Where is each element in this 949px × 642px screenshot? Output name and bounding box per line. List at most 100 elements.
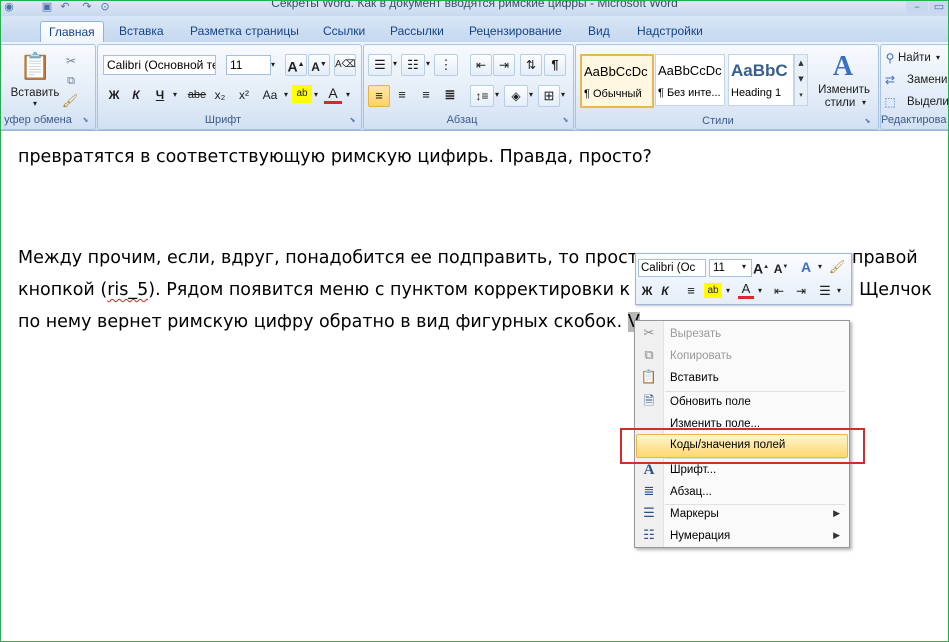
align-left-icon[interactable]: ≡	[368, 85, 390, 107]
styles-launcher-icon[interactable]: ⬊	[863, 117, 872, 126]
superscript-button[interactable]: x²	[234, 85, 254, 105]
mini-highlight-dropdown-icon[interactable]: ▾	[724, 282, 732, 300]
mini-styles-icon[interactable]: A	[796, 258, 816, 276]
paste-dropdown-icon[interactable]: ▾	[7, 99, 63, 109]
mini-shrink-font-icon[interactable]: A▼	[772, 258, 790, 276]
change-styles-icon[interactable]: A	[828, 52, 858, 82]
mini-format-painter-icon[interactable]: 🖌	[828, 258, 846, 276]
paragraph-group: ☰ ▾ ☷ ▾ ⋮ ⇤ ⇥ ⇅ ¶ ≡ ≡ ≡ ≣ ↕≡ ▾ ◈ ▾ ⊞ ▾ А…	[363, 44, 574, 130]
styles-scroll[interactable]: ▲ ▼ ▾	[794, 54, 808, 106]
borders-dropdown-icon[interactable]: ▾	[559, 85, 567, 105]
bold-button[interactable]: Ж	[104, 85, 124, 105]
tab-mailings[interactable]: Рассылки	[390, 21, 444, 42]
shrink-font-icon[interactable]: A▼	[308, 54, 330, 76]
highlight-annotation-box	[620, 428, 865, 464]
menu-item-numbering[interactable]: ☷ Нумерация ▶	[636, 525, 848, 547]
shading-dropdown-icon[interactable]: ▾	[527, 85, 535, 105]
font-color-dropdown-icon[interactable]: ▾	[344, 85, 352, 105]
style-no-spacing-sample: AaBbCcDc	[658, 63, 722, 78]
mini-font-color-icon[interactable]: A	[738, 281, 754, 299]
mini-font-size-dropdown-icon[interactable]: ▾	[739, 258, 749, 276]
italic-button[interactable]: К	[126, 85, 146, 105]
tab-review[interactable]: Рецензирование	[469, 21, 562, 42]
cut-icon[interactable]: ✂	[63, 51, 79, 71]
mini-styles-dropdown-icon[interactable]: ▾	[816, 258, 824, 276]
underline-button[interactable]: Ч	[150, 85, 170, 105]
mini-bullets-dropdown-icon[interactable]: ▾	[835, 282, 843, 300]
strikethrough-button[interactable]: abe	[186, 85, 208, 105]
line-spacing-icon[interactable]: ↕≡	[470, 85, 494, 107]
maximize-icon[interactable]: ▭	[929, 0, 949, 14]
mini-highlight-icon[interactable]: ab	[704, 283, 722, 298]
menu-item-bullets[interactable]: ☰ Маркеры ▶	[636, 503, 848, 525]
mini-italic-button[interactable]: К	[657, 282, 673, 300]
menu-item-paragraph[interactable]: ≣ Абзац...	[636, 481, 848, 503]
minimize-icon[interactable]: –	[906, 0, 928, 14]
replace-icon[interactable]: ⇄	[883, 70, 897, 90]
tab-home[interactable]: Главная	[40, 21, 104, 43]
mini-font-color-dropdown-icon[interactable]: ▾	[756, 282, 764, 300]
font-color-icon[interactable]: A	[324, 85, 342, 104]
change-styles-dropdown-icon[interactable]: ▾	[860, 96, 868, 110]
select-icon[interactable]: ⬚	[883, 92, 897, 112]
numbering-icon[interactable]: ☷	[401, 54, 425, 76]
clipboard-launcher-icon[interactable]: ⬊	[81, 116, 90, 125]
find-icon[interactable]: ⚲	[883, 48, 897, 68]
grow-font-icon[interactable]: A▲	[285, 54, 307, 76]
tab-view[interactable]: Вид	[588, 21, 610, 42]
format-painter-icon[interactable]: 🖌	[61, 91, 79, 111]
menu-item-copy[interactable]: ⧉ Копировать	[636, 345, 848, 367]
style-heading1[interactable]: AaBbC Heading 1	[728, 54, 794, 106]
clear-format-icon[interactable]: A⌫	[334, 54, 356, 76]
change-styles-label-1[interactable]: Изменить	[812, 83, 876, 97]
borders-icon[interactable]: ⊞	[538, 85, 560, 107]
mini-increase-indent-icon[interactable]: ⇥	[792, 282, 810, 300]
font-launcher-icon[interactable]: ⬊	[348, 116, 357, 125]
style-normal[interactable]: AaBbCcDc ¶ Обычный	[580, 54, 654, 108]
align-center-icon[interactable]: ≡	[392, 85, 412, 105]
tab-page-layout[interactable]: Разметка страницы	[190, 21, 299, 42]
bullets-dropdown-icon[interactable]: ▾	[391, 54, 399, 74]
mini-bullets-icon[interactable]: ☰	[816, 282, 834, 300]
tab-references[interactable]: Ссылки	[323, 21, 365, 42]
window-title: Секреты Word. Как в документ вводятся ри…	[271, 0, 678, 10]
font-name-combo[interactable]: Calibri (Основной те	[103, 55, 216, 75]
mini-center-icon[interactable]: ≡	[682, 282, 700, 300]
find-dropdown-icon[interactable]: ▾	[933, 48, 943, 68]
font-size-dropdown-icon[interactable]: ▾	[268, 55, 278, 75]
case-dropdown-icon[interactable]: ▾	[282, 85, 290, 105]
shading-icon[interactable]: ◈	[504, 85, 528, 107]
bullets-icon[interactable]: ☰	[368, 54, 392, 76]
tab-insert[interactable]: Вставка	[119, 21, 164, 42]
paste-icon[interactable]: 📋	[19, 51, 51, 83]
subscript-button[interactable]: x₂	[210, 85, 230, 105]
justify-icon[interactable]: ≣	[440, 85, 460, 105]
menu-item-update-field[interactable]: 🗎 Обновить поле	[636, 391, 848, 413]
paragraph-launcher-icon[interactable]: ⬊	[561, 116, 570, 125]
multilevel-list-icon[interactable]: ⋮	[434, 54, 458, 76]
change-case-button[interactable]: Aa	[258, 85, 282, 105]
select-button[interactable]: Выдели	[907, 92, 949, 112]
mini-decrease-indent-icon[interactable]: ⇤	[770, 282, 788, 300]
numbering-dropdown-icon[interactable]: ▾	[424, 54, 432, 74]
highlight-icon[interactable]: ab	[292, 85, 312, 103]
mini-font-name[interactable]: Calibri (Ос	[638, 259, 706, 277]
replace-button[interactable]: Замени	[907, 70, 949, 90]
style-no-spacing[interactable]: AaBbCcDc ¶ Без инте...	[655, 54, 725, 106]
copy-icon[interactable]: ⧉	[63, 71, 79, 91]
align-right-icon[interactable]: ≡	[416, 85, 436, 105]
decrease-indent-icon[interactable]: ⇤	[470, 54, 492, 76]
increase-indent-icon[interactable]: ⇥	[493, 54, 515, 76]
line-spacing-dropdown-icon[interactable]: ▾	[493, 85, 501, 105]
menu-item-cut[interactable]: ✂ Вырезать	[636, 323, 848, 345]
show-marks-icon[interactable]: ¶	[544, 54, 566, 76]
mini-grow-font-icon[interactable]: A▲	[752, 258, 770, 277]
highlight-dropdown-icon[interactable]: ▾	[312, 85, 320, 105]
menu-item-paste[interactable]: 📋 Вставить	[636, 367, 848, 389]
underline-dropdown-icon[interactable]: ▾	[170, 85, 180, 105]
sort-icon[interactable]: ⇅	[520, 54, 542, 76]
tab-addins[interactable]: Надстройки	[637, 21, 703, 42]
doc-line-3d: . Щелчок	[848, 280, 932, 300]
mini-bold-button[interactable]: Ж	[639, 282, 655, 300]
font-size-combo[interactable]: 11	[226, 55, 271, 75]
